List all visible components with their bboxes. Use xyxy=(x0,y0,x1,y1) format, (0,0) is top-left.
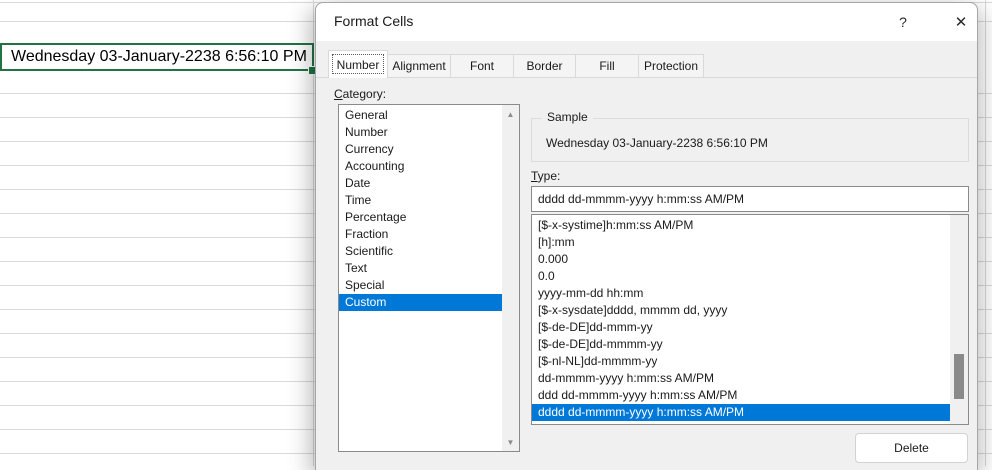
category-listbox[interactable]: GeneralNumberCurrencyAccountingDateTimeP… xyxy=(338,104,520,452)
selected-cell-value: Wednesday 03-January-2238 6:56:10 PM xyxy=(11,48,307,66)
type-item[interactable]: [$-x-systime]h:mm:ss AM/PM xyxy=(532,217,950,234)
type-scrollbar[interactable] xyxy=(950,215,968,424)
gridline xyxy=(985,0,986,466)
tab-border[interactable]: Border xyxy=(514,54,576,78)
selected-cell[interactable]: Wednesday 03-January-2238 6:56:10 PM xyxy=(0,43,314,71)
type-item[interactable]: 0.000 xyxy=(532,251,950,268)
tab-font[interactable]: Font xyxy=(451,54,514,78)
type-listbox[interactable]: [$-x-systime]h:mm:ss AM/PM[h]:mm0.0000.0… xyxy=(531,214,969,425)
type-input[interactable] xyxy=(531,186,969,212)
type-item[interactable]: [h]:mm xyxy=(532,234,950,251)
type-items: [$-x-systime]h:mm:ss AM/PM[h]:mm0.0000.0… xyxy=(532,217,950,421)
category-scrollbar[interactable]: ▲ ▼ xyxy=(502,105,519,451)
category-item[interactable]: Accounting xyxy=(339,158,502,175)
delete-button[interactable]: Delete xyxy=(855,433,968,463)
type-item[interactable]: ddd dd-mmmm-yyyy h:mm:ss AM/PM xyxy=(532,387,950,404)
scroll-up-icon[interactable]: ▲ xyxy=(502,106,519,122)
type-item[interactable]: yyyy-mm-dd hh:mm xyxy=(532,285,950,302)
category-item[interactable]: Custom xyxy=(339,294,502,311)
dialog-title: Format Cells xyxy=(334,13,413,29)
help-icon[interactable]: ? xyxy=(886,6,920,38)
category-item[interactable]: Number xyxy=(339,124,502,141)
tab-number[interactable]: Number xyxy=(328,50,388,78)
category-items: GeneralNumberCurrencyAccountingDateTimeP… xyxy=(339,107,502,311)
type-item[interactable]: [$-de-DE]dd-mmm-yy xyxy=(532,319,950,336)
category-item[interactable]: Time xyxy=(339,192,502,209)
type-label: Type: xyxy=(531,169,560,183)
type-item[interactable]: [$-nl-NL]dd-mmmm-yy xyxy=(532,353,950,370)
sample-label: Sample xyxy=(542,110,593,124)
scroll-down-icon[interactable]: ▼ xyxy=(502,434,519,450)
close-icon[interactable]: ✕ xyxy=(944,6,978,38)
type-item[interactable]: dddd dd-mmmm-yyyy h:mm:ss AM/PM xyxy=(532,404,950,421)
category-item[interactable]: Fraction xyxy=(339,226,502,243)
format-cells-dialog: Format Cells ? ✕ Number Alignment Font B… xyxy=(315,2,978,470)
tab-fill[interactable]: Fill xyxy=(576,54,639,78)
sample-groupbox: Sample Wednesday 03-January-2238 6:56:10… xyxy=(531,118,969,162)
type-item[interactable]: dd-mmmm-yyyy h:mm:ss AM/PM xyxy=(532,370,950,387)
category-item[interactable]: General xyxy=(339,107,502,124)
category-item[interactable]: Currency xyxy=(339,141,502,158)
sample-value: Wednesday 03-January-2238 6:56:10 PM xyxy=(546,136,768,150)
type-item[interactable]: 0.0 xyxy=(532,268,950,285)
category-item[interactable]: Text xyxy=(339,260,502,277)
category-item[interactable]: Date xyxy=(339,175,502,192)
type-item[interactable]: [$-x-sysdate]dddd, mmmm dd, yyyy xyxy=(532,302,950,319)
category-item[interactable]: Percentage xyxy=(339,209,502,226)
tab-alignment[interactable]: Alignment xyxy=(388,54,451,78)
type-scrollbar-thumb[interactable] xyxy=(954,354,964,399)
category-label: Category: xyxy=(334,87,386,101)
category-item[interactable]: Special xyxy=(339,277,502,294)
category-item[interactable]: Scientific xyxy=(339,243,502,260)
type-item[interactable]: [$-de-DE]dd-mmmm-yy xyxy=(532,336,950,353)
dialog-titlebar: Format Cells ? ✕ xyxy=(316,3,977,41)
tab-protection[interactable]: Protection xyxy=(639,54,704,78)
